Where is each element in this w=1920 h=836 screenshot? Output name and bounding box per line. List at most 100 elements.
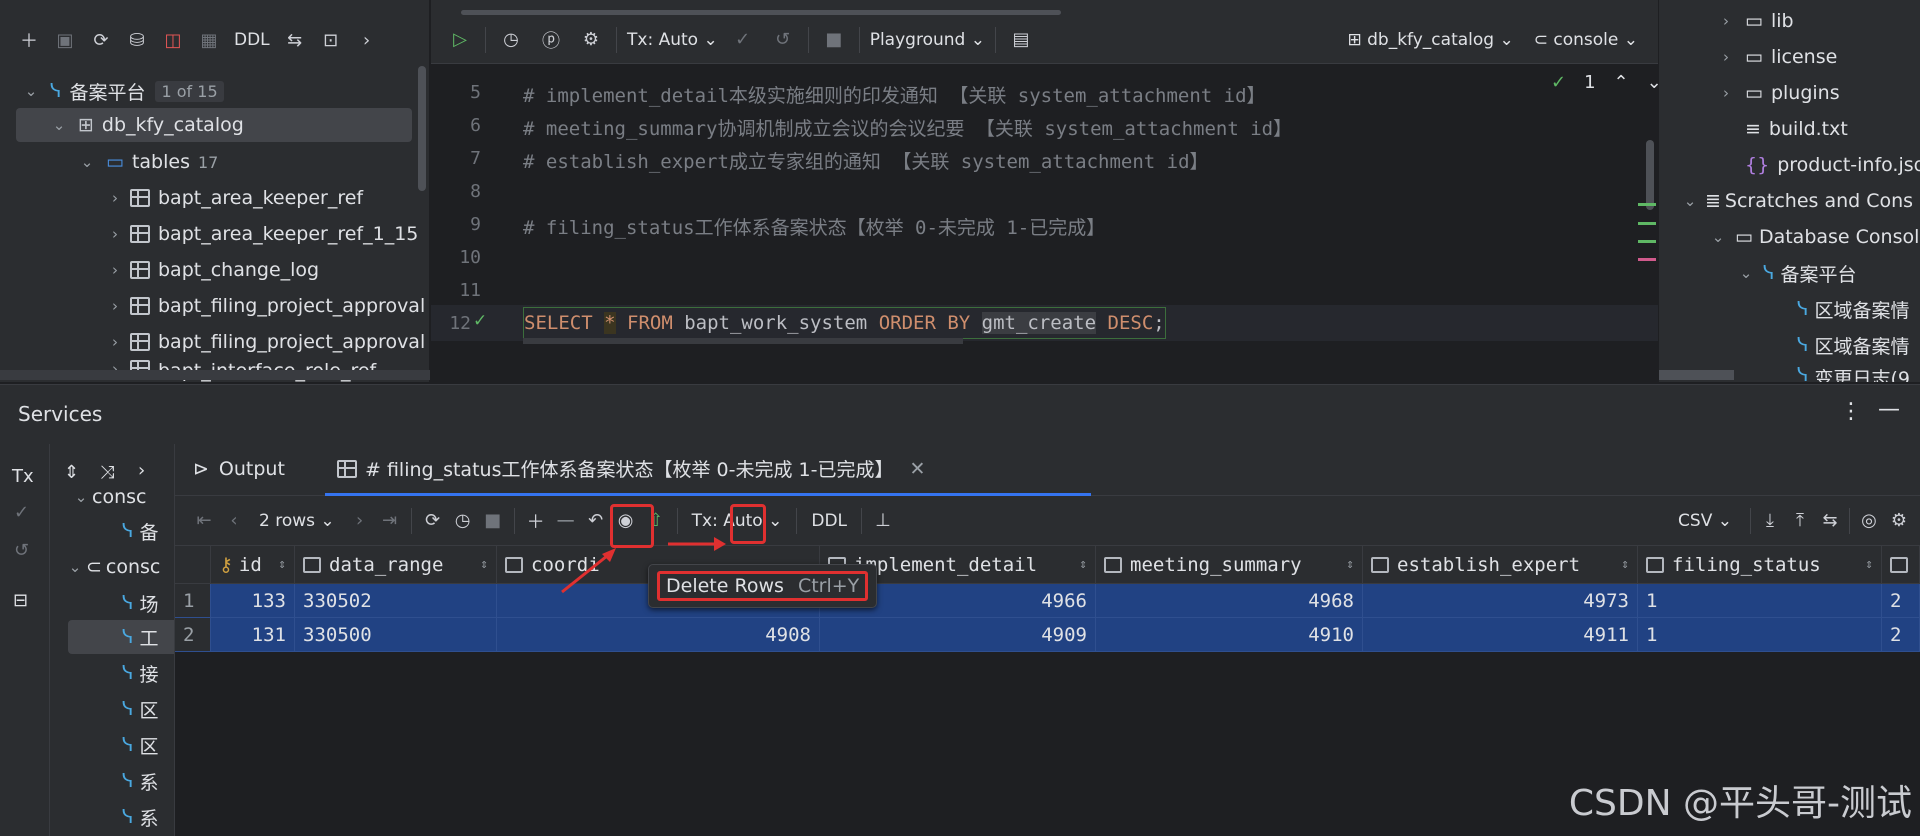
column-header-filing-status[interactable]: filing_status ⇕	[1638, 546, 1882, 584]
history-icon[interactable]: ◷	[496, 25, 526, 55]
cell-id[interactable]: 131	[211, 618, 295, 652]
upload-icon[interactable]: ⤒	[1785, 506, 1815, 536]
collapse-all-icon[interactable]: ⤨	[100, 462, 114, 483]
tree-item-lib[interactable]: › ▭ lib	[1715, 4, 1794, 38]
cell-id[interactable]: 133	[211, 584, 295, 618]
prev-page-icon[interactable]: ‹	[219, 506, 249, 536]
export-format-dropdown[interactable]: CSV ⌄	[1678, 511, 1732, 531]
tab-output[interactable]: ⊳ Output	[193, 458, 285, 480]
column-header-more[interactable]	[1882, 546, 1920, 584]
tree-item-plugins[interactable]: › ▭ plugins	[1715, 76, 1840, 110]
tree-item-table[interactable]: › bapt_change_log	[104, 253, 319, 287]
console-selector[interactable]: ⊂ console ⌄	[1534, 30, 1638, 50]
refresh-icon[interactable]: ⟳	[86, 25, 116, 55]
editor-vscrollbar[interactable]	[1646, 140, 1654, 210]
explain-plan-icon[interactable]: ⓟ	[536, 25, 566, 55]
horizontal-scrollbar[interactable]	[0, 370, 430, 380]
sort-icon[interactable]: ⇕	[278, 557, 286, 572]
tree-item-scratches[interactable]: ⌄ ≣ Scratches and Cons	[1679, 184, 1913, 218]
tree-item-product-info[interactable]: {} product-info.json	[1737, 148, 1920, 182]
ddl-button[interactable]: DDL	[811, 511, 847, 531]
services-tree-item[interactable]: ᓭ区	[122, 728, 158, 762]
next-page-icon[interactable]: ›	[345, 506, 375, 536]
add-row-icon[interactable]: ＋	[521, 506, 551, 536]
services-tree-item[interactable]: ᓭ系	[122, 800, 158, 834]
services-tree-item[interactable]: ⌄ ⊂ consc	[64, 550, 161, 584]
cell-establish-expert[interactable]: 4973	[1363, 584, 1638, 618]
column-header-establish-expert[interactable]: establish_expert ⇕	[1363, 546, 1638, 584]
tree-item-console-folder[interactable]: ⌄ ᓭ 备案平台	[1735, 256, 1857, 290]
more-options-icon[interactable]: ⋮	[1840, 399, 1862, 424]
column-header-data-range[interactable]: data_range ⇕	[295, 546, 497, 584]
table-view-icon[interactable]: ▦	[194, 25, 224, 55]
tree-item-table[interactable]: › bapt_filing_project_approval	[104, 325, 430, 359]
pin-icon[interactable]: ⊥	[868, 506, 898, 536]
tree-item-build-txt[interactable]: ≡ build.txt	[1737, 112, 1848, 146]
data-source-icon[interactable]: ⛁	[122, 25, 152, 55]
tree-item-tables[interactable]: ⌄ ▭ tables 17	[76, 145, 219, 179]
cell-coordi[interactable]: 4908	[497, 618, 820, 652]
commit-icon[interactable]: ✓	[728, 25, 758, 55]
cell-more[interactable]: 2	[1882, 618, 1920, 652]
disconnect-icon[interactable]: ◫	[158, 25, 188, 55]
sort-icon[interactable]: ⇕	[480, 557, 488, 572]
run-icon[interactable]: ▷	[445, 25, 475, 55]
rollback-icon[interactable]: ↺	[14, 540, 29, 561]
commit-icon[interactable]: ✓	[14, 502, 29, 523]
layout-icon[interactable]: ⊟	[13, 590, 28, 611]
history-icon[interactable]: ◷	[448, 506, 478, 536]
download-icon[interactable]: ⤓	[1755, 506, 1785, 536]
column-header-id[interactable]: ⚷ id ⇕	[211, 546, 295, 584]
ddl-button[interactable]: DDL	[230, 30, 274, 50]
tree-item-table[interactable]: › bapt_filing_project_approval	[104, 289, 430, 323]
compare-icon[interactable]: ⇆	[1815, 506, 1845, 536]
reload-icon[interactable]: ⟳	[418, 506, 448, 536]
settings-icon[interactable]: ⚙	[1884, 506, 1914, 536]
services-tree-item[interactable]: ᓭ接	[122, 656, 158, 690]
catalog-selector[interactable]: ⊞ db_kfy_catalog ⌄	[1347, 30, 1513, 50]
cell-filing-status[interactable]: 1	[1638, 618, 1882, 652]
tree-item-console[interactable]: ᓭ 区域备案情	[1791, 292, 1909, 326]
tree-item-database-consoles[interactable]: ⌄ ▭ Database Consol	[1707, 220, 1920, 254]
tree-root[interactable]: ⌄ ᓭ 备案平台 1 of 15	[20, 74, 224, 108]
stop-icon[interactable]: ■	[478, 506, 508, 536]
tree-item-table[interactable]: › bapt_area_keeper_ref_1_15	[104, 217, 418, 251]
cell-filing-status[interactable]: 1	[1638, 584, 1882, 618]
sort-icon[interactable]: ⇕	[1865, 557, 1873, 572]
services-tree-item[interactable]: ᓭ区	[122, 692, 158, 726]
vertical-scrollbar[interactable]	[418, 66, 426, 191]
first-page-icon[interactable]: ⇤	[189, 506, 219, 536]
table-row[interactable]: 2 131 330500 4908 4909 4910 4911 1 2	[175, 618, 1920, 652]
horizontal-scrollbar[interactable]	[1659, 370, 1734, 380]
tx-mode-dropdown[interactable]: Tx: Auto ⌄	[627, 30, 718, 50]
tree-item-license[interactable]: › ▭ license	[1715, 40, 1837, 74]
sql-statement[interactable]: SELECT * FROM bapt_work_system ORDER BY …	[523, 307, 1166, 339]
cell-establish-expert[interactable]: 4911	[1363, 618, 1638, 652]
sort-icon[interactable]: ⇕	[1079, 557, 1087, 572]
view-icon[interactable]: ◎	[1854, 506, 1884, 536]
tab-result[interactable]: # filing_status工作体系备案状态【枚举 0-未完成 1-已完成】 …	[325, 444, 1091, 496]
services-tree-item[interactable]: ⌄ consc	[70, 486, 147, 508]
tree-item-console[interactable]: ᓭ 变更日志(9	[1791, 364, 1910, 382]
tree-item-catalog[interactable]: ⌄ ⊞ db_kfy_catalog	[16, 108, 412, 142]
services-tree-item-selected[interactable]: ᓭ工	[68, 620, 174, 654]
settings-icon[interactable]: ⚙	[576, 25, 606, 55]
add-icon[interactable]: ＋	[14, 25, 44, 55]
rows-count-dropdown[interactable]: 2 rows ⌄	[259, 511, 335, 531]
rollback-icon[interactable]: ↺	[768, 25, 798, 55]
table-layout-icon[interactable]: ▤	[1006, 25, 1036, 55]
tree-item-console[interactable]: ᓭ 区域备案情	[1791, 328, 1909, 362]
cell-data-range[interactable]: 330500	[295, 618, 497, 652]
services-tree-item[interactable]: ᓭ备	[122, 514, 158, 548]
close-icon[interactable]: ✕	[909, 458, 925, 480]
sort-icon[interactable]: ⇕	[1621, 557, 1629, 572]
column-header-meeting-summary[interactable]: meeting_summary ⇕	[1096, 546, 1363, 584]
playground-dropdown[interactable]: Playground ⌄	[870, 30, 985, 50]
chevron-right-icon[interactable]: ›	[138, 460, 145, 481]
cell-data-range[interactable]: 330502	[295, 584, 497, 618]
jump-icon[interactable]: ⇆	[280, 25, 310, 55]
last-page-icon[interactable]: ⇥	[375, 506, 405, 536]
services-tree-item[interactable]: ᓭ系	[122, 764, 158, 798]
cell-meeting-summary[interactable]: 4968	[1096, 584, 1363, 618]
stop-icon[interactable]: ■	[819, 25, 849, 55]
